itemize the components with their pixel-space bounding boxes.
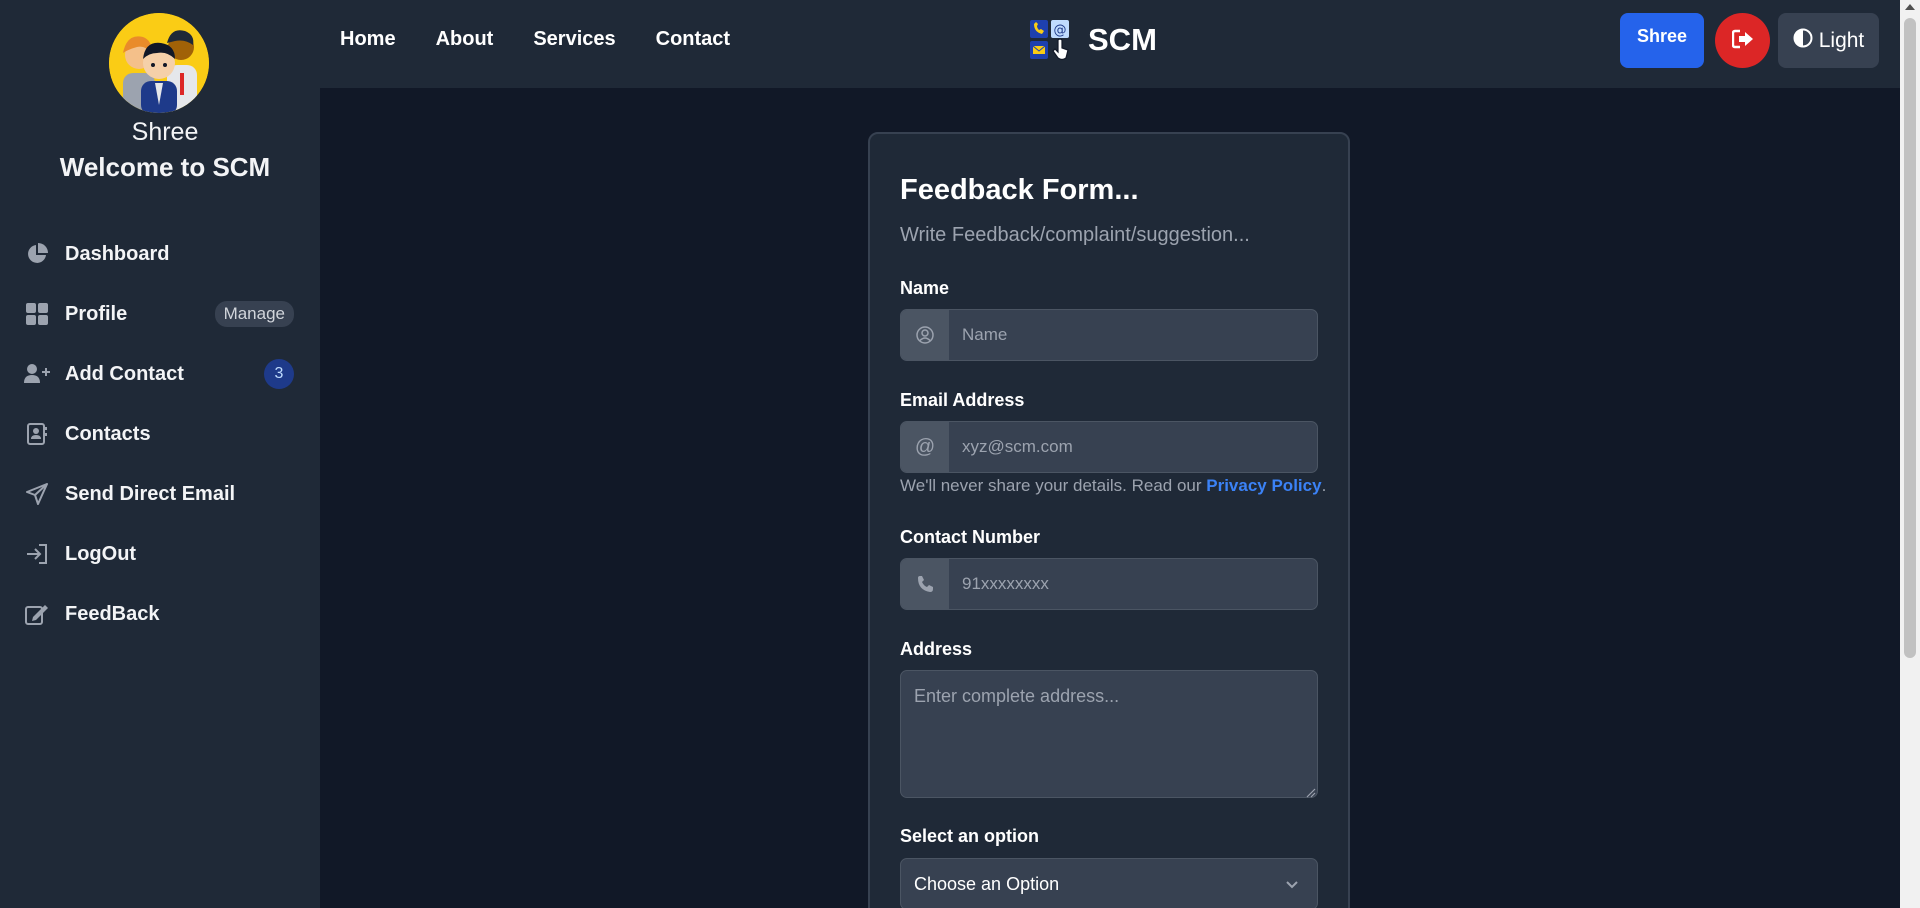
sidebar-item-send-email[interactable]: Send Direct Email	[0, 464, 320, 524]
nav-link-home[interactable]: Home	[340, 28, 396, 51]
phone-field	[900, 558, 1318, 610]
form-title: Feedback Form...	[900, 174, 1139, 206]
sidebar: Shree Welcome to SCM Dashboard Profile M…	[0, 0, 320, 908]
contact-count-badge: 3	[264, 359, 294, 389]
select-value: Choose an Option	[914, 873, 1060, 894]
sidebar-item-label: Dashboard	[65, 242, 170, 265]
email-field: @	[900, 421, 1318, 473]
user-plus-icon	[24, 361, 50, 387]
sidebar-item-feedback[interactable]: FeedBack	[0, 584, 320, 644]
grid-icon	[24, 301, 50, 327]
sidebar-item-add-contact[interactable]: Add Contact 3	[0, 344, 320, 404]
sidebar-item-logout[interactable]: LogOut	[0, 524, 320, 584]
privacy-help-text: We'll never share your details. Read our…	[900, 476, 1326, 496]
sidebar-item-label: Send Direct Email	[65, 482, 236, 505]
user-circle-icon	[901, 310, 949, 360]
help-text-suffix: .	[1321, 476, 1327, 495]
scroll-up-arrow-icon[interactable]	[1905, 4, 1915, 10]
sign-in-icon	[24, 541, 50, 567]
sidebar-item-label: Add Contact	[65, 362, 184, 385]
address-label: Address	[900, 639, 973, 659]
welcome-heading: Welcome to SCM	[59, 152, 271, 182]
address-book-icon	[24, 421, 50, 447]
avatar-illustration-icon	[109, 13, 209, 113]
feedback-card: Feedback Form... Write Feedback/complain…	[868, 132, 1350, 908]
theme-label: Light	[1818, 28, 1865, 52]
nav-link-about[interactable]: About	[436, 28, 494, 51]
user-avatar[interactable]	[109, 13, 209, 113]
address-textarea[interactable]	[900, 670, 1318, 798]
phone-input[interactable]	[949, 559, 1317, 609]
logout-button[interactable]	[1715, 13, 1770, 68]
email-input[interactable]	[949, 422, 1317, 472]
top-navbar: Home About Services Contact @ SCM Shree	[320, 0, 1900, 88]
nav-link-contact[interactable]: Contact	[656, 28, 730, 51]
sidebar-item-profile[interactable]: Profile Manage	[0, 284, 320, 344]
sidebar-user-name: Shree	[131, 118, 199, 146]
option-select[interactable]: Choose an Option	[900, 858, 1318, 908]
half-circle-icon	[1793, 28, 1813, 54]
top-nav-links: Home About Services Contact	[340, 28, 730, 51]
email-label: Email Address	[900, 390, 1025, 410]
phone-icon	[901, 559, 949, 609]
name-field	[900, 309, 1318, 361]
scm-logo-icon: @	[1028, 18, 1072, 62]
at-sign-icon: @	[901, 422, 949, 472]
pie-chart-icon	[24, 241, 50, 267]
name-label: Name	[900, 278, 950, 298]
form-subtitle: Write Feedback/complaint/suggestion...	[900, 224, 1250, 246]
manage-badge: Manage	[214, 301, 294, 327]
sidebar-item-label: Profile	[65, 302, 128, 325]
sidebar-item-contacts[interactable]: Contacts	[0, 404, 320, 464]
name-input[interactable]	[949, 310, 1317, 360]
chevron-down-icon	[1285, 876, 1299, 897]
brand-name: SCM	[1088, 22, 1157, 57]
sidebar-item-label: FeedBack	[65, 602, 160, 625]
scrollbar-thumb[interactable]	[1904, 18, 1916, 658]
privacy-policy-link[interactable]: Privacy Policy	[1206, 476, 1321, 495]
nav-link-services[interactable]: Services	[533, 28, 615, 51]
sidebar-nav: Dashboard Profile Manage Add Contact 3 C…	[0, 224, 320, 644]
option-label: Select an option	[900, 826, 1040, 846]
brand-link[interactable]: @ SCM	[1028, 18, 1157, 62]
page-scrollbar[interactable]	[1900, 0, 1920, 908]
sidebar-item-label: Contacts	[65, 422, 151, 445]
paper-plane-icon	[24, 481, 50, 507]
sign-out-icon	[1731, 29, 1754, 52]
help-text-prefix: We'll never share your details. Read our	[900, 476, 1207, 495]
user-button[interactable]: Shree	[1620, 13, 1704, 68]
theme-toggle-button[interactable]: Light	[1778, 13, 1879, 68]
sidebar-item-dashboard[interactable]: Dashboard	[0, 224, 320, 284]
svg-text:@: @	[1054, 23, 1067, 38]
resize-handle-icon[interactable]	[1306, 785, 1316, 798]
sidebar-item-label: LogOut	[65, 542, 137, 565]
edit-icon	[24, 601, 50, 627]
phone-label: Contact Number	[900, 527, 1041, 547]
